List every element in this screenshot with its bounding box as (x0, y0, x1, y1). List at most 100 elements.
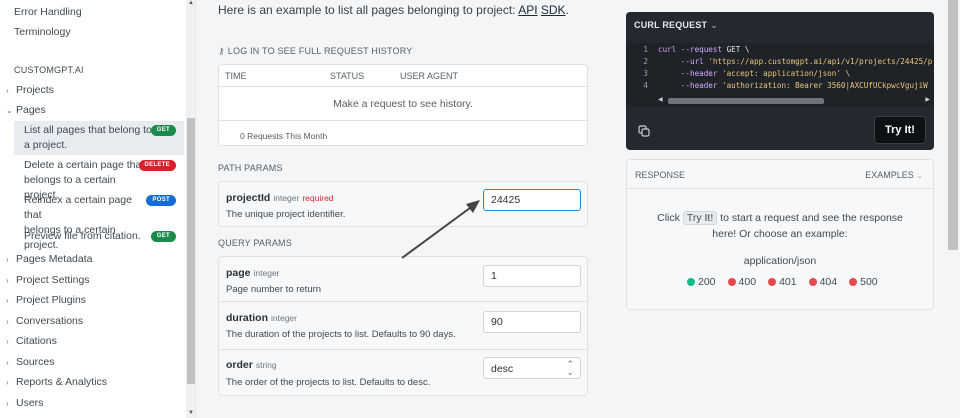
try-it-button[interactable]: Try It! (874, 116, 926, 144)
scroll-up-icon[interactable]: ▲ (187, 0, 195, 6)
code-line: 2 --url 'https://app.customgpt.ai/api/v1… (626, 56, 934, 68)
key-icon: ⚷ (218, 46, 225, 56)
inline-try-it-button[interactable]: Try It! (682, 211, 718, 225)
scroll-down-icon[interactable]: ▼ (187, 410, 195, 416)
sidebar-link-terminology[interactable]: Terminology (14, 26, 71, 38)
sidebar-item-label: a project. (24, 139, 68, 151)
sidebar-link-error-handling[interactable]: Error Handling (14, 6, 82, 18)
api-link[interactable]: API (518, 3, 537, 17)
response-code-404[interactable]: 404 (808, 276, 837, 288)
param-description: The order of the projects to list. Defau… (226, 377, 431, 388)
sidebar-item-preview-file[interactable]: Preview file from citation. GET (14, 227, 184, 245)
sidebar-group-label: Users (16, 397, 44, 409)
chevron-down-icon: ⌄ (6, 105, 13, 115)
sidebar-group-reports-analytics[interactable]: › Reports & Analytics (6, 376, 107, 388)
main-content: Here is an example to list all pages bel… (196, 0, 610, 418)
scroll-left-icon[interactable]: ◀ (658, 96, 663, 103)
response-code-401[interactable]: 401 (768, 276, 797, 288)
query-params-card: pageinteger Page number to return durati… (218, 256, 588, 396)
sidebar-group-project-settings[interactable]: › Project Settings (6, 274, 90, 286)
sidebar-group-conversations[interactable]: › Conversations (6, 315, 83, 327)
code-scroll-thumb[interactable] (668, 98, 824, 104)
request-history-table: TIME STATUS USER AGENT Make a request to… (218, 64, 588, 146)
status-dot-icon (808, 278, 817, 286)
param-row-duration: duration integer The duration of the proj… (219, 302, 587, 350)
projectId-input[interactable] (483, 189, 581, 211)
response-code-200[interactable]: 200 (687, 276, 716, 288)
code-cmd: curl (658, 45, 677, 54)
code-flag: --request (676, 45, 723, 54)
sidebar-item-delete-page[interactable]: Delete a certain page that belongs to a … (14, 156, 184, 201)
param-type: integer (253, 268, 280, 278)
sdk-link[interactable]: SDK (541, 3, 566, 17)
param-type: integer (273, 193, 300, 203)
duration-input[interactable] (483, 311, 581, 333)
param-name-text: page (226, 267, 251, 279)
sidebar-group-users[interactable]: › Users (6, 397, 43, 409)
status-dot-icon (727, 278, 736, 286)
code-line: 4 --header 'authorization: Bearer 3560|A… (626, 80, 934, 92)
sidebar-item-list-pages[interactable]: List all pages that belong to a project.… (14, 121, 184, 155)
status-code-text: 500 (860, 276, 878, 288)
login-label: LOG IN TO SEE FULL REQUEST HISTORY (227, 46, 413, 56)
page-scrollbar-thumb[interactable] (948, 0, 958, 250)
code-horizontal-scrollbar[interactable]: ◀ ▶ (658, 96, 932, 106)
order-select-value: desc (491, 363, 514, 375)
column-time: TIME (225, 71, 247, 81)
sidebar-group-sources[interactable]: › Sources (6, 356, 55, 368)
chevron-right-icon: › (6, 336, 9, 346)
code-flag: --header (658, 81, 718, 90)
response-code-400[interactable]: 400 (727, 276, 756, 288)
sidebar-group-label: Reports & Analytics (16, 376, 108, 388)
query-params-label: QUERY PARAMS (218, 238, 292, 248)
sidebar-item-label: Reindex a certain page that (24, 194, 132, 221)
chevron-right-icon: › (6, 357, 9, 367)
curl-request-panel: CURL REQUEST ⌄ 1 curl --request GET \ 2 --… (626, 12, 934, 150)
select-arrows-icon: ⌃ ⌄ (566, 359, 574, 377)
chevron-down-icon: ⌄ (916, 171, 923, 180)
examples-label: EXAMPLES (865, 170, 914, 180)
sidebar-item-label: Preview file from citation. (24, 230, 141, 242)
intro-text: Here is an example to list all pages bel… (218, 3, 569, 17)
path-params-label: PATH PARAMS (218, 163, 283, 173)
media-type: application/json (743, 255, 817, 267)
order-select[interactable]: desc ⌃ ⌄ (483, 357, 581, 379)
sidebar-group-label: Sources (16, 356, 55, 368)
sidebar-group-projects[interactable]: › Projects (6, 84, 54, 96)
status-code-text: 401 (779, 276, 797, 288)
response-message: Click Try It! to start a request and see… (645, 210, 915, 242)
param-name: page integer (226, 267, 280, 279)
chevron-right-icon: › (6, 316, 9, 326)
sidebar-group-pages-metadata[interactable]: › Pages Metadata (6, 253, 92, 265)
sidebar-item-reindex-page[interactable]: Reindex a certain page that belongs to a… (14, 191, 184, 251)
chevron-right-icon: › (6, 254, 9, 264)
curl-title[interactable]: CURL REQUEST ⌄ (634, 20, 718, 31)
sidebar-group-citations[interactable]: › Citations (6, 335, 57, 347)
curl-title-text: CURL REQUEST (634, 20, 708, 30)
history-footer: 0 Requests This Month (219, 121, 587, 145)
examples-dropdown[interactable]: EXAMPLES ⌄ (865, 170, 923, 180)
status-dot-icon (849, 278, 858, 286)
right-panel: CURL REQUEST ⌄ 1 curl --request GET \ 2 --… (610, 0, 960, 418)
code-flag: --url (658, 57, 704, 66)
param-name-text: duration (226, 312, 268, 324)
param-name: projectId integer required (226, 192, 334, 204)
sidebar-item-label: Delete a certain page that (24, 159, 145, 171)
code-rest: 'authorization: Bearer 3560|AXCUfUCkpwcV… (717, 81, 928, 90)
sidebar-group-project-plugins[interactable]: › Project Plugins (6, 294, 86, 306)
page-input[interactable] (483, 265, 581, 287)
login-history-link[interactable]: ⚷ LOG IN TO SEE FULL REQUEST HISTORY (218, 46, 412, 57)
intro-text-body: Here is an example to list all pages bel… (218, 3, 516, 17)
chevron-right-icon: › (6, 85, 9, 95)
sidebar-group-label: Pages (16, 104, 46, 116)
chevron-right-icon: › (6, 377, 9, 387)
response-code-500[interactable]: 500 (849, 276, 878, 288)
code-rest: 'accept: application/json' \ (717, 69, 851, 78)
annotation-arrow-icon (401, 200, 480, 259)
copy-icon[interactable] (638, 125, 650, 137)
scroll-right-icon[interactable]: ▶ (925, 96, 930, 103)
sidebar: Error Handling Terminology CUSTOMGPT.AI … (0, 0, 196, 418)
param-description: The duration of the projects to list. De… (226, 329, 456, 340)
sidebar-scrollbar-thumb[interactable] (187, 118, 195, 384)
sidebar-group-pages[interactable]: ⌄ Pages (6, 104, 46, 116)
